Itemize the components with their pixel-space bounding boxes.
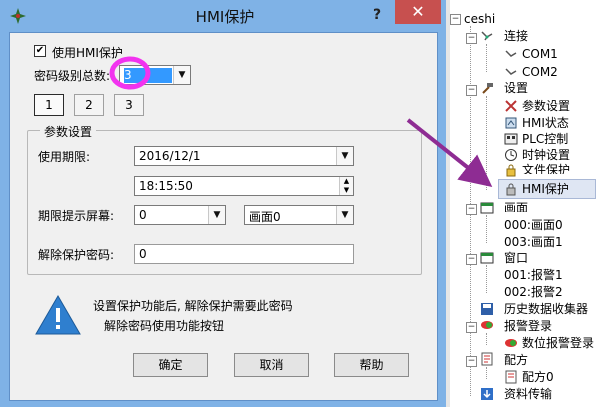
tree-item-alarm2[interactable]: 002:报警2 [504,284,563,300]
alarm-login-icon [481,321,493,329]
tree-item-file-protect[interactable]: 文件保护 [522,162,570,174]
ok-button[interactable]: 确定 [133,353,208,377]
tree-root-label: ceshi [464,12,496,26]
tree-item-data-transfer[interactable]: 资料传输 [504,386,552,402]
collapse-icon[interactable]: − [466,204,477,215]
parameter-group-title: 参数设置 [40,123,97,140]
tree-item-param-settings[interactable]: 参数设置 [522,98,570,114]
clock-icon [505,149,517,161]
lock-icon [506,183,516,196]
title-help-button[interactable]: ? [366,4,388,26]
tree-item-screen1[interactable]: 003:画面1 [504,234,563,250]
unlock-password-value: 0 [139,247,147,261]
recipe-item-icon [505,370,517,384]
unlock-password-label: 解除保护密码: [38,248,115,262]
close-button[interactable]: ✕ [395,0,441,24]
file-lock-icon [506,164,516,177]
collapse-icon[interactable]: − [466,322,477,333]
project-tree: − ceshi − 连接 COM1 COM2 − 设置 参数设置 HMI状态 P… [446,0,605,407]
collapse-icon[interactable]: − [450,14,461,25]
tree-item-history-collector[interactable]: 历史数据收集器 [504,301,588,317]
tab-level-3[interactable]: 3 [114,94,144,116]
chevron-down-icon[interactable]: ▼ [336,206,353,224]
chevron-down-icon[interactable]: ▼ [208,206,225,224]
annotation-arrow [406,118,493,187]
chevron-down-icon[interactable]: ▼ [336,147,353,165]
tab-level-1[interactable]: 1 [34,94,64,116]
expiry-time-input[interactable]: 18:15:50 ▲ ▼ [134,176,354,196]
highlight-circle-annotation [109,56,151,90]
tree-item-clock-settings[interactable]: 时钟设置 [522,147,570,163]
transfer-icon [481,388,493,400]
hmi-protect-dialog: HMI保护 ? ✕ ✔ 使用HMI保护 密码级别总数: 3 ▼ 1 2 3 参数… [0,0,446,407]
info-text-line1: 设置保护功能后, 解除保护需要此密码 [93,299,293,313]
tree-item-recipe[interactable]: 配方 [504,352,528,368]
collapse-icon[interactable]: − [466,85,477,96]
info-text-line2: 解除密码使用功能按钮 [104,319,225,333]
tree-item-com2[interactable]: COM2 [522,64,558,80]
tree-item-bit-alarm-login[interactable]: 数位报警登录 [522,335,594,351]
hmi-status-icon [505,117,517,129]
tree-item-settings[interactable]: 设置 [504,80,528,96]
password-levels-label: 密码级别总数: [34,69,111,83]
cancel-button[interactable]: 取消 [234,353,309,377]
dialog-title: HMI保护 [195,8,255,26]
collapse-icon[interactable]: − [466,254,477,265]
tree-item-hmi-status[interactable]: HMI状态 [522,115,569,131]
tree-item-recipe0[interactable]: 配方0 [522,369,554,385]
connection-icon [481,31,493,41]
expiry-date-value: 2016/12/1 [139,149,201,163]
expiry-screen-number: 0 [139,208,147,222]
chevron-down-icon[interactable]: ▼ [173,66,190,84]
collapse-icon[interactable]: − [466,33,477,44]
save-disk-icon [481,303,493,315]
tree-item-screen0[interactable]: 000:画面0 [504,217,563,233]
tree-item-alarm1[interactable]: 001:报警1 [504,267,563,283]
recipe-icon [481,352,493,366]
tree-item-alarm-login[interactable]: 报警登录 [504,318,552,334]
expiry-time-value: 18:15:50 [139,179,193,193]
tree-item-plc-control[interactable]: PLC控制 [522,131,568,147]
tab-level-2[interactable]: 2 [74,94,104,116]
expiry-screen-name: 画面0 [249,210,281,224]
title-bar[interactable]: HMI保护 ? ✕ [0,0,446,32]
screen-icon [480,202,494,214]
hammer-icon [482,83,493,94]
bit-alarm-icon [505,339,517,347]
expiry-date-picker[interactable]: 2016/12/1 ▼ [134,146,354,166]
expiry-screen-label: 期限提示屏幕: [38,209,115,223]
expiry-screen-select[interactable]: 画面0 ▼ [244,205,354,225]
expiry-screen-number-select[interactable]: 0 ▼ [134,205,226,225]
splitter[interactable] [446,0,450,407]
tree-item-screens[interactable]: 画面 [504,200,528,212]
info-warning-icon [35,295,81,335]
collapse-icon[interactable]: − [466,356,477,367]
plc-icon [504,133,518,145]
enable-protection-checkbox[interactable]: ✔ [34,45,46,57]
unlock-password-input[interactable]: 0 [134,244,354,264]
expiry-label: 使用期限: [38,150,91,164]
com-port-icon [505,68,517,75]
tree-item-connection[interactable]: 连接 [504,28,528,44]
time-spin-buttons[interactable]: ▲ ▼ [339,177,353,195]
app-logo-icon [8,6,28,26]
tree-item-windows[interactable]: 窗口 [504,250,528,266]
help-button[interactable]: 帮助 [334,353,409,377]
com-port-icon [505,50,517,57]
tree-item-hmi-protect[interactable]: HMI保护 [522,181,569,197]
tools-icon [505,100,517,112]
window-icon [480,252,494,264]
tree-item-com1[interactable]: COM1 [522,46,558,62]
